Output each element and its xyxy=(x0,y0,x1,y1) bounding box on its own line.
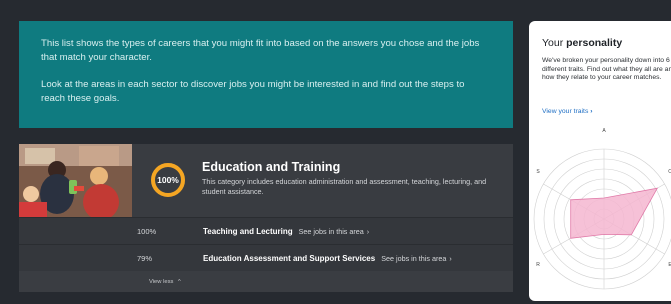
intro-banner: This list shows the types of careers tha… xyxy=(19,21,513,128)
job-area-name: Education Assessment and Support Service… xyxy=(203,253,376,263)
radar-label-r: R xyxy=(536,262,540,268)
chevron-up-icon: ^ xyxy=(178,279,181,285)
job-area-name: Teaching and Lecturing xyxy=(203,226,293,236)
see-jobs-link[interactable]: See jobs in this area › xyxy=(381,254,452,263)
personality-radar-chart: A C E I R S xyxy=(533,128,671,290)
job-area-row[interactable]: 100% Teaching and Lecturing See jobs in … xyxy=(19,217,513,244)
view-less-button[interactable]: View less ^ xyxy=(149,279,181,285)
job-area-row[interactable]: 79% Education Assessment and Support Ser… xyxy=(19,244,513,271)
intro-text-2: Look at the areas in each sector to disc… xyxy=(41,79,465,104)
sector-description: This category includes education adminis… xyxy=(202,177,487,196)
intro-text-1: This list shows the types of careers tha… xyxy=(41,38,480,63)
sector-card: 100% Education and Training This categor… xyxy=(19,144,513,292)
sector-photo xyxy=(19,144,132,217)
radar-label-a: A xyxy=(602,128,606,134)
sector-header[interactable]: 100% Education and Training This categor… xyxy=(132,144,513,217)
job-area-percentage: 100% xyxy=(137,226,157,236)
personality-panel: Your personality We've broken your perso… xyxy=(529,21,671,301)
job-area-percentage: 79% xyxy=(137,253,153,263)
personality-title: Your personality xyxy=(542,37,623,49)
match-ring: 100% xyxy=(148,160,188,200)
chevron-right-icon: › xyxy=(590,108,593,115)
radar-trait-shape xyxy=(570,187,659,239)
match-percentage: 100% xyxy=(157,175,179,185)
see-jobs-link[interactable]: See jobs in this area › xyxy=(299,227,370,236)
chevron-right-icon: › xyxy=(449,253,452,263)
chevron-right-icon: › xyxy=(366,226,370,236)
view-traits-link[interactable]: View your traits › xyxy=(542,108,593,115)
personality-description: We've broken your personality down into … xyxy=(542,57,671,82)
radar-label-s: S xyxy=(536,169,540,175)
sector-title: Education and Training xyxy=(202,160,341,174)
